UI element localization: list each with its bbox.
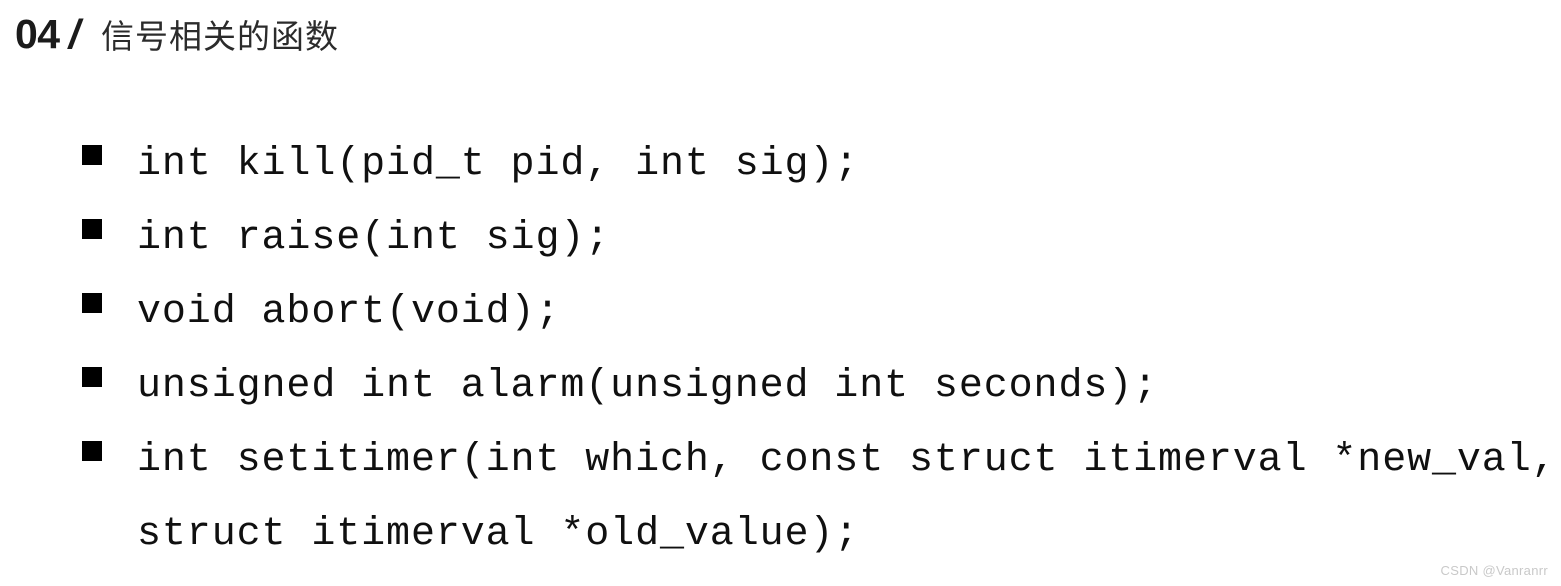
function-signature-continuation: struct itimerval *old_value); <box>137 512 860 557</box>
function-signature: int kill(pid_t pid, int sig); <box>137 142 860 187</box>
square-bullet-icon <box>82 367 102 387</box>
header-separator: / <box>68 11 81 57</box>
function-signature: unsigned int alarm(unsigned int seconds)… <box>137 364 1159 409</box>
list-item: int raise(int sig); <box>82 202 1542 276</box>
square-bullet-icon <box>82 145 102 165</box>
slide-header: 04 / 信号相关的函数 <box>15 14 339 55</box>
square-bullet-icon <box>82 219 102 239</box>
function-signature: int raise(int sig); <box>137 216 611 261</box>
function-signature: int setitimer(int which, const struct it… <box>137 438 1557 483</box>
function-list: int kill(pid_t pid, int sig); int raise(… <box>82 128 1556 572</box>
section-number: 04 <box>15 11 60 57</box>
square-bullet-icon <box>82 293 102 313</box>
page-title: 信号相关的函数 <box>101 17 340 56</box>
watermark: CSDN @Vanranrr <box>1440 563 1548 578</box>
list-item: int kill(pid_t pid, int sig); <box>82 128 1542 202</box>
square-bullet-icon <box>82 441 102 461</box>
function-signature: void abort(void); <box>137 290 561 335</box>
list-item: unsigned int alarm(unsigned int seconds)… <box>82 350 1542 424</box>
list-item: int setitimer(int which, const struct it… <box>82 424 1556 572</box>
list-item: void abort(void); <box>82 276 1542 350</box>
slide-canvas: 04 / 信号相关的函数 int kill(pid_t pid, int sig… <box>0 0 1561 586</box>
